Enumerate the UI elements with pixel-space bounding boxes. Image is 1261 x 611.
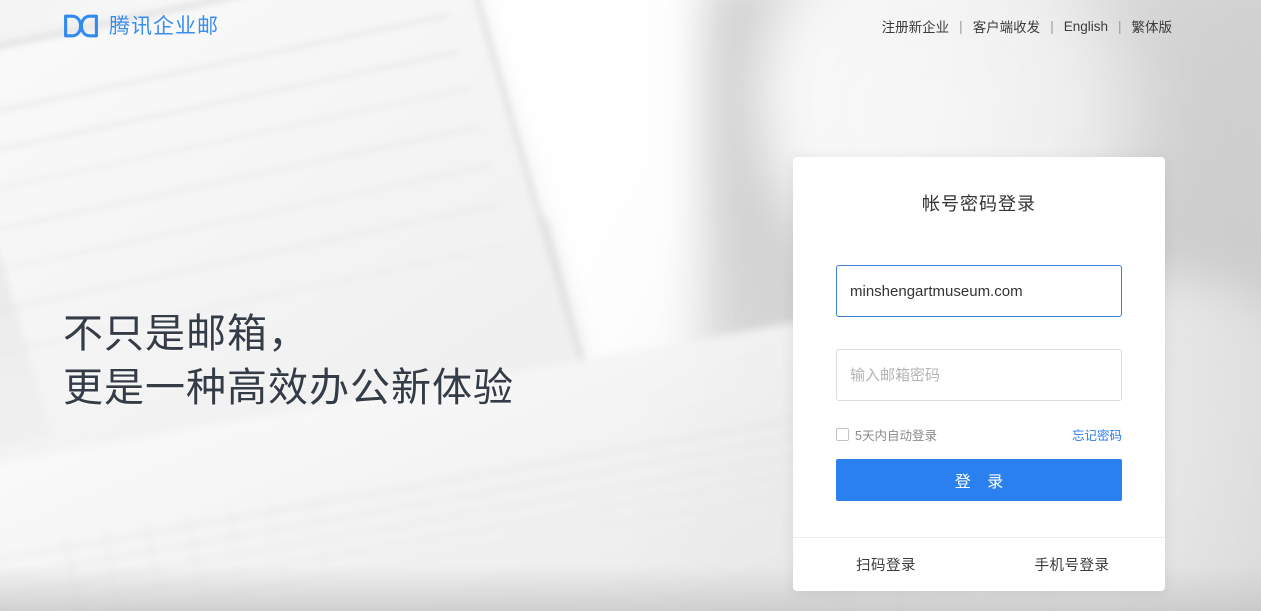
login-options-row: 5天内自动登录 忘记密码 [793, 425, 1165, 443]
nav-link-english[interactable]: English [1063, 19, 1109, 34]
exmail-logo-icon [63, 14, 99, 38]
brand-logo-link[interactable]: 腾讯企业邮 [63, 14, 219, 38]
login-submit-button[interactable]: 登 录 [836, 459, 1122, 501]
account-input[interactable] [836, 265, 1122, 317]
login-card-title: 帐号密码登录 [922, 194, 1036, 214]
nav-link-client-mail[interactable]: 客户端收发 [972, 16, 1042, 36]
nav-separator: | [1117, 18, 1122, 34]
login-page: 腾讯企业邮 注册新企业 | 客户端收发 | English | 繁体版 不只是邮… [0, 0, 1261, 611]
password-field-wrapper [793, 317, 1165, 401]
tab-qrcode-login[interactable]: 扫码登录 [793, 554, 979, 575]
nav-link-traditional-chinese[interactable]: 繁体版 [1131, 16, 1174, 36]
remember-me-toggle[interactable]: 5天内自动登录 [836, 425, 937, 444]
brand-name: 腾讯企业邮 [109, 14, 219, 38]
forgot-password-link[interactable]: 忘记密码 [1072, 425, 1122, 444]
hero-tagline: 不只是邮箱， 更是一种高效办公新体验 [63, 307, 514, 415]
nav-separator: | [1050, 18, 1054, 34]
login-card: 帐号密码登录 5天内自动登录 忘记密码 登 录 扫码登录 手机号登录 [793, 157, 1165, 591]
password-input[interactable] [836, 349, 1122, 401]
page-header: 腾讯企业邮 注册新企业 | 客户端收发 | English | 繁体版 [0, 0, 1261, 52]
remember-me-label: 5天内自动登录 [855, 428, 937, 443]
hero-line-1: 不只是邮箱， [63, 312, 309, 356]
nav-separator: | [959, 18, 963, 34]
account-field-wrapper [793, 216, 1165, 317]
login-card-footer: 扫码登录 手机号登录 [793, 537, 1165, 591]
tab-phone-login[interactable]: 手机号登录 [979, 554, 1165, 575]
nav-link-register-enterprise[interactable]: 注册新企业 [881, 16, 951, 36]
hero-line-2: 更是一种高效办公新体验 [63, 366, 514, 410]
header-nav: 注册新企业 | 客户端收发 | English | 繁体版 [881, 16, 1173, 36]
checkbox-icon[interactable] [836, 427, 849, 441]
